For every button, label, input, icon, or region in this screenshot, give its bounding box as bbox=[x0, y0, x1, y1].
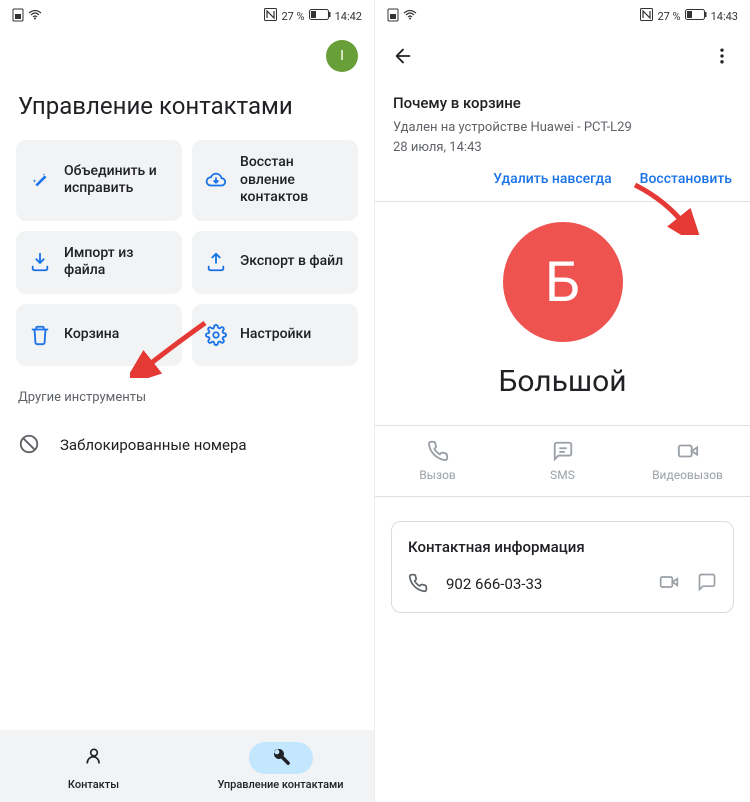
battery-pct: 27 % bbox=[657, 10, 680, 23]
tile-label: Корзина bbox=[64, 326, 119, 344]
other-tools-label: Другие инструменты bbox=[0, 366, 374, 419]
tiles-grid: Объединить и исправить Восстан овление к… bbox=[0, 140, 374, 366]
battery-icon bbox=[685, 9, 707, 23]
contact-avatar: Б bbox=[503, 222, 623, 342]
status-bar: 27 % 14:42 bbox=[0, 4, 374, 28]
nav-contacts[interactable]: Контакты bbox=[0, 730, 187, 802]
tile-label: Экспорт в файл bbox=[240, 253, 343, 271]
nfc-icon bbox=[640, 8, 653, 24]
sms-label: SMS bbox=[550, 468, 575, 482]
page-title: Управление контактами bbox=[0, 84, 374, 140]
phone-icon bbox=[408, 573, 430, 595]
tile-export[interactable]: Экспорт в файл bbox=[192, 231, 358, 294]
status-time: 14:43 bbox=[711, 10, 738, 23]
cloud-restore-icon bbox=[204, 168, 228, 192]
battery-pct: 27 % bbox=[281, 10, 304, 23]
phone-number: 902 666-03-33 bbox=[446, 575, 643, 593]
battery-icon bbox=[309, 9, 331, 23]
nav-label: Контакты bbox=[68, 778, 119, 791]
wifi-icon bbox=[28, 10, 42, 23]
header: I bbox=[0, 28, 374, 84]
sim-icon bbox=[387, 8, 399, 25]
status-bar: 27 % 14:43 bbox=[375, 4, 750, 28]
trash-date: 28 июля, 14:43 bbox=[393, 138, 732, 158]
nfc-icon bbox=[264, 8, 277, 24]
blocked-label: Заблокированные номера bbox=[60, 436, 247, 454]
export-icon bbox=[204, 250, 228, 274]
tile-label: Объединить и исправить bbox=[64, 163, 170, 198]
bottom-nav: Контакты Управление контактами bbox=[0, 730, 374, 802]
phone-icon bbox=[427, 440, 449, 462]
screen-manage-contacts: 27 % 14:42 I Управление контактами Объед… bbox=[0, 0, 375, 802]
tile-trash[interactable]: Корзина bbox=[16, 304, 182, 366]
app-bar bbox=[375, 28, 750, 84]
tile-label: Импорт из файла bbox=[64, 245, 170, 280]
sms-action[interactable]: SMS bbox=[500, 426, 625, 496]
tile-label: Настройки bbox=[240, 326, 311, 344]
block-icon bbox=[18, 433, 42, 457]
wand-icon bbox=[28, 168, 52, 192]
trash-deleted-on: Удален на устройстве Huawei - PCT-L29 bbox=[393, 118, 732, 138]
import-icon bbox=[28, 250, 52, 274]
tile-restore-contacts[interactable]: Восстан овление контактов bbox=[192, 140, 358, 221]
screen-contact-trash: 27 % 14:43 Почему в корзине Удален на ус… bbox=[375, 0, 750, 802]
tile-settings[interactable]: Настройки bbox=[192, 304, 358, 366]
contact-body: Б Большой Вызов SMS Видеовызов bbox=[375, 202, 750, 802]
contact-actions: Вызов SMS Видеовызов bbox=[375, 425, 750, 497]
nav-label: Управление контактами bbox=[217, 778, 343, 791]
trash-info: Почему в корзине Удален на устройстве Hu… bbox=[375, 84, 750, 202]
message-icon[interactable] bbox=[697, 572, 717, 596]
video-action[interactable]: Видеовызов bbox=[625, 426, 750, 496]
delete-forever-button[interactable]: Удалить навсегда bbox=[493, 171, 611, 187]
contact-info-card: Контактная информация 902 666-03-33 bbox=[391, 521, 734, 613]
call-label: Вызов bbox=[419, 468, 456, 482]
restore-button[interactable]: Восстановить bbox=[640, 171, 732, 187]
trash-why-title: Почему в корзине bbox=[393, 94, 732, 112]
sim-icon bbox=[12, 8, 24, 25]
info-card-title: Контактная информация bbox=[408, 538, 717, 556]
tile-merge-fix[interactable]: Объединить и исправить bbox=[16, 140, 182, 221]
call-action[interactable]: Вызов bbox=[375, 426, 500, 496]
person-icon bbox=[84, 746, 104, 770]
video-label: Видеовызов bbox=[652, 468, 723, 482]
message-icon bbox=[552, 440, 574, 462]
trash-icon bbox=[28, 323, 52, 347]
video-icon[interactable] bbox=[659, 572, 679, 596]
account-avatar[interactable]: I bbox=[326, 40, 358, 72]
tile-label: Восстан овление контактов bbox=[240, 154, 346, 207]
gear-icon bbox=[204, 323, 228, 347]
wrench-icon bbox=[271, 746, 291, 770]
more-button[interactable] bbox=[710, 44, 734, 68]
blocked-numbers-row[interactable]: Заблокированные номера bbox=[0, 419, 374, 471]
contact-name: Большой bbox=[498, 364, 626, 399]
video-icon bbox=[677, 440, 699, 462]
status-time: 14:42 bbox=[335, 10, 362, 23]
nav-manage[interactable]: Управление контактами bbox=[187, 730, 374, 802]
back-button[interactable] bbox=[391, 44, 415, 68]
wifi-icon bbox=[403, 10, 417, 23]
phone-row[interactable]: 902 666-03-33 bbox=[408, 572, 717, 596]
tile-import[interactable]: Импорт из файла bbox=[16, 231, 182, 294]
